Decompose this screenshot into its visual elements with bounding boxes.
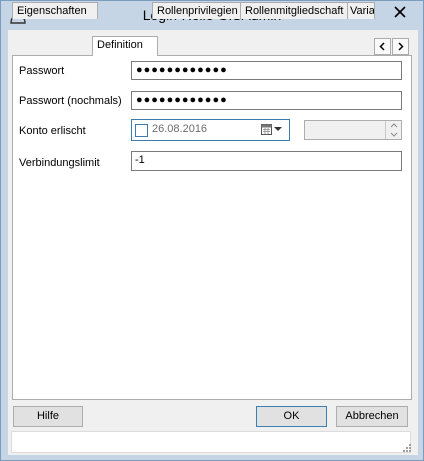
tab-eigenschaften[interactable]: Eigenschaften [12,2,98,19]
expires-date-value: 26.08.2016 [152,123,208,135]
tab-label: Rollenmitgliedschaft [245,5,344,17]
tab-rollenmitgliedschaft[interactable]: Rollenmitgliedschaft [240,2,353,19]
chevron-up-icon [390,123,398,128]
spin-up-button[interactable] [385,121,402,130]
tab-scroll-right-button[interactable] [392,38,409,55]
resize-grip-icon[interactable] [403,444,412,453]
calendar-dropdown-icon[interactable] [261,124,285,136]
ok-button[interactable]: OK [256,406,327,427]
password-label: Passwort [19,65,65,77]
cancel-button[interactable]: Abbrechen [336,406,408,427]
password-field[interactable]: ●●●●●●●●●●●● [131,61,402,80]
tab-label: Rollenprivilegien [157,5,238,17]
tab-label: Definition [97,39,143,51]
expires-time-spinner[interactable] [304,120,402,140]
tab-label: Eigenschaften [17,5,87,17]
password-repeat-field[interactable]: ●●●●●●●●●●●● [131,91,402,110]
close-icon [394,6,406,18]
tab-scroll-left-button[interactable] [374,38,391,55]
expires-checkbox[interactable] [135,124,148,137]
expires-date-picker[interactable]: 26.08.2016 [131,119,290,141]
close-button[interactable] [381,2,419,21]
status-bar [11,431,411,453]
tab-label: Varia [350,5,375,17]
chevron-right-icon [398,42,404,51]
tab-variablen[interactable]: Varia [347,2,375,19]
expires-label: Konto erlischt [19,125,86,137]
chevron-left-icon [379,42,385,51]
password-repeat-label: Passwort (nochmals) [19,95,122,107]
tab-rollenprivilegien[interactable]: Rollenprivilegien [152,2,246,19]
tab-definition[interactable]: Definition [92,36,158,56]
connection-limit-field[interactable]: -1 [131,151,402,171]
help-button[interactable]: Hilfe [13,406,83,427]
chevron-down-icon [390,132,398,137]
connection-limit-label: Verbindungslimit [19,157,100,169]
spin-down-button[interactable] [385,130,402,139]
